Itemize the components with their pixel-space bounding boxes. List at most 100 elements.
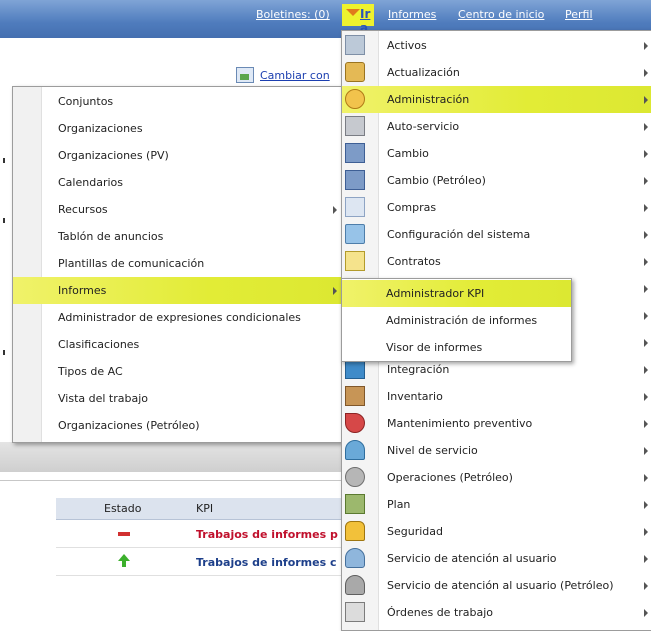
menu-item-label: Mantenimiento preventivo — [387, 417, 533, 430]
administration-submenu: Conjuntos Organizaciones Organizaciones … — [12, 86, 342, 443]
menu-item-contratos[interactable]: Contratos — [342, 248, 651, 275]
menu-item-ordenes-de-trabajo[interactable]: Órdenes de trabajo — [342, 599, 651, 626]
kpi-link[interactable]: Trabajos de informes p — [196, 528, 338, 541]
service-level-icon — [345, 440, 365, 460]
menu-item-calendarios[interactable]: Calendarios — [13, 169, 341, 196]
menu-item-label: Informes — [58, 284, 107, 297]
submenu-arrow-icon — [644, 69, 648, 77]
menu-item-cambio[interactable]: Cambio — [342, 140, 651, 167]
menu-item-label: Servicio de atención al usuario — [387, 552, 557, 565]
menu-item-seguridad[interactable]: Seguridad — [342, 518, 651, 545]
menu-item-label: Clasificaciones — [58, 338, 140, 351]
menu-item-mantenimiento-preventivo[interactable]: Mantenimiento preventivo — [342, 410, 651, 437]
menu-item-label: Plantillas de comunicación — [58, 257, 205, 270]
start-center-link[interactable]: Centro de inicio — [458, 8, 544, 21]
menu-item-label: Tablón de anuncios — [58, 230, 164, 243]
menu-item-label: Inventario — [387, 390, 443, 403]
system-config-icon — [345, 224, 365, 244]
service-desk-bell-icon — [345, 548, 365, 568]
edge-mark — [3, 158, 5, 163]
submenu-arrow-icon — [644, 447, 648, 455]
menu-item-label: Integración — [387, 363, 450, 376]
menu-item-expresiones-condicionales[interactable]: Administrador de expresiones condicional… — [13, 304, 341, 331]
menu-item-administrador-kpi[interactable]: Administrador KPI — [342, 280, 571, 307]
menu-item-label: Compras — [387, 201, 437, 214]
menu-item-plan[interactable]: Plan — [342, 491, 651, 518]
menu-item-organizaciones[interactable]: Organizaciones — [13, 115, 341, 142]
update-icon — [345, 62, 365, 82]
assets-icon — [345, 35, 365, 55]
menu-item-label: Cambio — [387, 147, 429, 160]
inventory-icon — [345, 386, 365, 406]
menu-item-label: Actualización — [387, 66, 460, 79]
preventive-maintenance-icon — [345, 413, 365, 433]
menu-item-configuracion-sistema[interactable]: Configuración del sistema — [342, 221, 651, 248]
menu-item-label: Administrador de expresiones condicional… — [58, 311, 301, 324]
menu-item-inventario[interactable]: Inventario — [342, 383, 651, 410]
red-dash-icon — [118, 532, 130, 536]
submenu-arrow-icon — [644, 609, 648, 617]
change-content-link[interactable]: Cambiar con — [260, 69, 330, 82]
submenu-arrow-icon — [644, 420, 648, 428]
menu-item-nivel-de-servicio[interactable]: Nivel de servicio — [342, 437, 651, 464]
menu-item-label: Organizaciones (PV) — [58, 149, 169, 162]
column-header-kpi: KPI — [196, 502, 214, 515]
menu-item-label: Tipos de AC — [58, 365, 123, 378]
menu-item-activos[interactable]: Activos — [342, 32, 651, 59]
menu-item-actualizacion[interactable]: Actualización — [342, 59, 651, 86]
reports-link[interactable]: Informes — [388, 8, 436, 21]
menu-item-administracion-informes[interactable]: Administración de informes — [342, 307, 571, 334]
menu-item-servicio-atencion-petroleo[interactable]: Servicio de atención al usuario (Petróle… — [342, 572, 651, 599]
submenu-arrow-icon — [644, 393, 648, 401]
menu-item-label: Organizaciones — [58, 122, 143, 135]
submenu-arrow-icon — [644, 339, 648, 347]
submenu-arrow-icon — [644, 555, 648, 563]
change-layout-icon[interactable] — [236, 67, 254, 83]
menu-item-label: Órdenes de trabajo — [387, 606, 494, 619]
menu-item-label: Administración de informes — [386, 314, 538, 327]
go-to-menu-button[interactable]: Ir a — [342, 4, 374, 35]
menu-item-administracion[interactable]: Administración — [342, 86, 651, 113]
portlet-header-band — [0, 442, 342, 472]
menu-item-compras[interactable]: Compras — [342, 194, 651, 221]
menu-item-label: Auto-servicio — [387, 120, 460, 133]
screen: Boletines: (0) Ir a Informes Centro de i… — [0, 0, 651, 631]
menu-item-tablon-de-anuncios[interactable]: Tablón de anuncios — [13, 223, 341, 250]
profile-link[interactable]: Perfil — [565, 8, 593, 21]
menu-item-operaciones-petroleo[interactable]: Operaciones (Petróleo) — [342, 464, 651, 491]
divider — [0, 480, 342, 481]
menu-item-organizaciones-pv[interactable]: Organizaciones (PV) — [13, 142, 341, 169]
bulletins-link[interactable]: Boletines: (0) — [256, 8, 330, 21]
menu-item-visor-informes[interactable]: Visor de informes — [342, 334, 571, 361]
menu-item-tipos-de-ac[interactable]: Tipos de AC — [13, 358, 341, 385]
menu-item-informes[interactable]: Informes — [13, 277, 341, 304]
menu-item-label: Operaciones (Petróleo) — [387, 471, 513, 484]
submenu-arrow-icon — [644, 366, 648, 374]
menu-item-cambio-petroleo[interactable]: Cambio (Petróleo) — [342, 167, 651, 194]
menu-item-conjuntos[interactable]: Conjuntos — [13, 88, 341, 115]
menu-item-clasificaciones[interactable]: Clasificaciones — [13, 331, 341, 358]
submenu-arrow-icon — [644, 150, 648, 158]
edge-mark — [3, 350, 5, 355]
work-orders-icon — [345, 602, 365, 622]
menu-item-label: Servicio de atención al usuario (Petróle… — [387, 579, 614, 592]
submenu-arrow-icon — [644, 42, 648, 50]
menu-item-vista-del-trabajo[interactable]: Vista del trabajo — [13, 385, 341, 412]
submenu-arrow-icon — [644, 312, 648, 320]
submenu-arrow-icon — [644, 204, 648, 212]
menu-item-plantillas[interactable]: Plantillas de comunicación — [13, 250, 341, 277]
menu-item-auto-servicio[interactable]: Auto-servicio — [342, 113, 651, 140]
menu-item-label: Activos — [387, 39, 427, 52]
green-up-arrow-icon — [118, 554, 130, 568]
change-icon — [345, 143, 365, 163]
menu-item-label: Contratos — [387, 255, 441, 268]
menu-item-organizaciones-petroleo[interactable]: Organizaciones (Petróleo) — [13, 412, 341, 439]
kpi-link[interactable]: Trabajos de informes c — [196, 556, 337, 569]
menu-item-servicio-atencion[interactable]: Servicio de atención al usuario — [342, 545, 651, 572]
menu-item-recursos[interactable]: Recursos — [13, 196, 341, 223]
table-row[interactable]: Trabajos de informes c — [56, 548, 342, 576]
submenu-arrow-icon — [644, 258, 648, 266]
table-row[interactable]: Trabajos de informes p — [56, 520, 342, 548]
submenu-arrow-icon — [644, 123, 648, 131]
administration-icon — [345, 89, 365, 109]
